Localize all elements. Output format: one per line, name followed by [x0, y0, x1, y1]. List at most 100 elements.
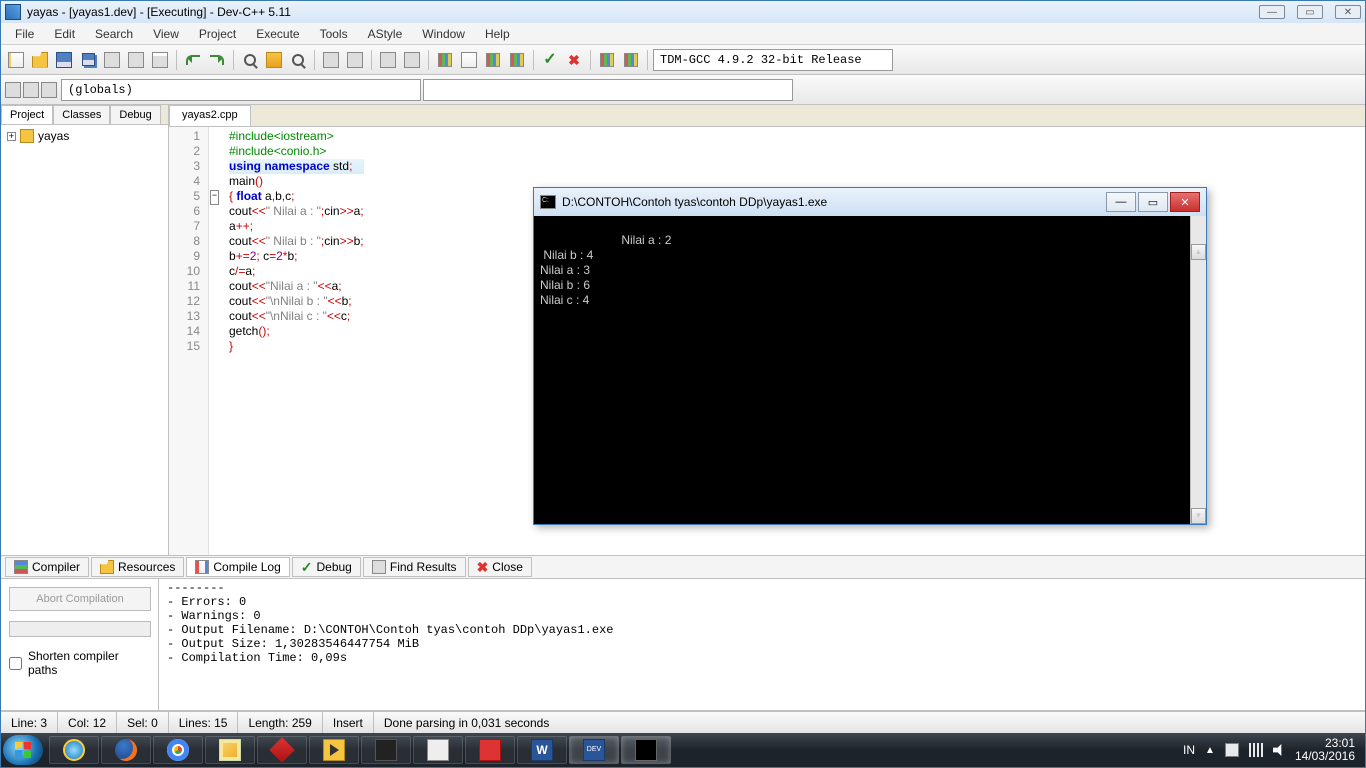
goto-button[interactable]: [320, 49, 342, 71]
clock[interactable]: 23:01 14/03/2016: [1295, 737, 1355, 763]
save-button[interactable]: [53, 49, 75, 71]
sound-icon[interactable]: [1273, 744, 1285, 756]
expand-icon[interactable]: +: [7, 132, 16, 141]
rebuild-button[interactable]: [506, 49, 528, 71]
undo-button[interactable]: [182, 49, 204, 71]
separator: [233, 50, 234, 70]
project-tree[interactable]: + yayas: [1, 125, 168, 555]
tab-resources[interactable]: Resources: [91, 557, 184, 577]
menu-astyle[interactable]: AStyle: [358, 24, 413, 44]
member-selector[interactable]: [423, 79, 793, 101]
menu-file[interactable]: File: [5, 24, 44, 44]
delete-profile-button[interactable]: [620, 49, 642, 71]
tab-debug[interactable]: ✓Debug: [292, 557, 361, 577]
goto-decl-button[interactable]: [41, 82, 57, 98]
menu-tools[interactable]: Tools: [310, 24, 358, 44]
open-button[interactable]: [29, 49, 51, 71]
task-adobe[interactable]: [465, 736, 515, 764]
maximize-button[interactable]: ▭: [1297, 5, 1323, 19]
taskbar[interactable]: W DEV IN ▲ 23:01 14/03/2016: [1, 733, 1365, 767]
menu-project[interactable]: Project: [189, 24, 246, 44]
minimize-button[interactable]: —: [1259, 5, 1285, 19]
find-button[interactable]: [239, 49, 261, 71]
save-all-button[interactable]: [77, 49, 99, 71]
tab-find-results[interactable]: Find Results: [363, 557, 466, 577]
print-button[interactable]: [149, 49, 171, 71]
check-icon: ✓: [543, 52, 556, 68]
sidebar-tab-debug[interactable]: Debug: [110, 105, 160, 124]
stop-button[interactable]: ✖: [563, 49, 585, 71]
tray-overflow-icon[interactable]: ▲: [1205, 745, 1215, 756]
menu-help[interactable]: Help: [475, 24, 520, 44]
profile-button[interactable]: [596, 49, 618, 71]
task-devcpp[interactable]: DEV: [569, 736, 619, 764]
task-explorer[interactable]: [205, 736, 255, 764]
tab-compile-log[interactable]: Compile Log: [186, 557, 289, 577]
goto-bookmark-button[interactable]: [377, 49, 399, 71]
tab-compiler[interactable]: Compiler: [5, 557, 89, 577]
console-minimize-button[interactable]: —: [1106, 192, 1136, 212]
scope-selector[interactable]: [61, 79, 421, 101]
new-file-button[interactable]: [5, 49, 27, 71]
download-icon: [269, 737, 294, 762]
task-dino[interactable]: [413, 736, 463, 764]
tab-close[interactable]: ✖Close: [468, 557, 532, 577]
sidebar-tab-classes[interactable]: Classes: [53, 105, 110, 124]
console-titlebar[interactable]: D:\CONTOH\Contoh tyas\contoh DDp\yayas1.…: [534, 188, 1206, 216]
sidebar-tab-project[interactable]: Project: [1, 105, 53, 124]
replace-button[interactable]: [263, 49, 285, 71]
task-cmd[interactable]: [621, 736, 671, 764]
bookmark-button[interactable]: [344, 49, 366, 71]
compile-run-button[interactable]: [482, 49, 504, 71]
editor-tab[interactable]: yayas2.cpp: [169, 105, 251, 126]
task-firefox[interactable]: [101, 736, 151, 764]
shorten-paths-input[interactable]: [9, 657, 22, 670]
menu-execute[interactable]: Execute: [246, 24, 309, 44]
task-media[interactable]: [309, 736, 359, 764]
compiler-selector[interactable]: [653, 49, 893, 71]
code-body[interactable]: #include<iostream>#include<conio.h>using…: [223, 127, 364, 555]
print-icon: [152, 52, 168, 68]
close-file-button[interactable]: [101, 49, 123, 71]
new-member-button[interactable]: [23, 82, 39, 98]
scroll-down-button[interactable]: ▼: [1191, 508, 1206, 524]
compile-progress: [9, 621, 151, 637]
debug-button[interactable]: ✓: [539, 49, 561, 71]
task-download[interactable]: [257, 736, 307, 764]
redo-button[interactable]: [206, 49, 228, 71]
run-button[interactable]: [458, 49, 480, 71]
toggle-bookmark-button[interactable]: [401, 49, 423, 71]
compile-button[interactable]: [434, 49, 456, 71]
folder-icon: [32, 52, 48, 68]
action-center-icon[interactable]: [1225, 743, 1239, 757]
shorten-paths-checkbox[interactable]: Shorten compiler paths: [9, 649, 150, 677]
task-ie[interactable]: [49, 736, 99, 764]
rebuild-icon: [510, 53, 524, 67]
compile-log-text[interactable]: -------- - Errors: 0 - Warnings: 0 - Out…: [159, 579, 1365, 710]
console-close-button[interactable]: ✕: [1170, 192, 1200, 212]
task-chrome[interactable]: [153, 736, 203, 764]
start-button[interactable]: [3, 735, 43, 765]
run-icon: [461, 52, 477, 68]
task-word[interactable]: W: [517, 736, 567, 764]
new-class-button[interactable]: [5, 82, 21, 98]
close-all-icon: [128, 52, 144, 68]
menu-edit[interactable]: Edit: [44, 24, 85, 44]
close-button[interactable]: ✕: [1335, 5, 1361, 19]
network-icon[interactable]: [1249, 743, 1263, 757]
task-winamp[interactable]: [361, 736, 411, 764]
menu-search[interactable]: Search: [85, 24, 143, 44]
scroll-track[interactable]: [1191, 232, 1206, 508]
system-tray[interactable]: IN ▲ 23:01 14/03/2016: [1183, 737, 1363, 763]
console-window[interactable]: D:\CONTOH\Contoh tyas\contoh DDp\yayas1.…: [533, 187, 1207, 525]
project-root[interactable]: + yayas: [7, 129, 162, 143]
close-all-button[interactable]: [125, 49, 147, 71]
menu-window[interactable]: Window: [412, 24, 475, 44]
menu-view[interactable]: View: [143, 24, 189, 44]
tray-language[interactable]: IN: [1183, 743, 1195, 757]
console-output: Nilai a : 2 Nilai b : 4 Nilai a : 3 Nila…: [534, 216, 1206, 524]
find-in-files-button[interactable]: [287, 49, 309, 71]
console-scrollbar[interactable]: ▲ ▼: [1190, 216, 1206, 524]
console-maximize-button[interactable]: ▭: [1138, 192, 1168, 212]
statusbar: Line: 3 Col: 12 Sel: 0 Lines: 15 Length:…: [1, 711, 1365, 733]
